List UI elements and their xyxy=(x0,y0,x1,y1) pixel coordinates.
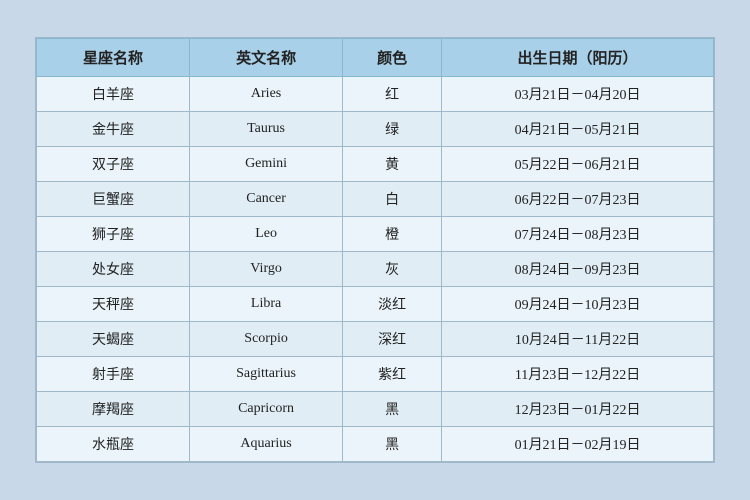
cell-color: 紫红 xyxy=(343,357,442,392)
cell-en-name: Libra xyxy=(190,287,343,322)
cell-dates: 12月23日－01月22日 xyxy=(442,392,714,427)
cell-color: 橙 xyxy=(343,217,442,252)
cell-zh-name: 摩羯座 xyxy=(37,392,190,427)
table-row: 天秤座Libra淡红09月24日－10月23日 xyxy=(37,287,714,322)
cell-zh-name: 白羊座 xyxy=(37,77,190,112)
table-row: 摩羯座Capricorn黑12月23日－01月22日 xyxy=(37,392,714,427)
cell-dates: 10月24日－11月22日 xyxy=(442,322,714,357)
cell-dates: 06月22日－07月23日 xyxy=(442,182,714,217)
table-row: 双子座Gemini黄05月22日－06月21日 xyxy=(37,147,714,182)
cell-dates: 08月24日－09月23日 xyxy=(442,252,714,287)
cell-en-name: Aries xyxy=(190,77,343,112)
cell-dates: 05月22日－06月21日 xyxy=(442,147,714,182)
cell-color: 黄 xyxy=(343,147,442,182)
cell-zh-name: 处女座 xyxy=(37,252,190,287)
cell-dates: 03月21日－04月20日 xyxy=(442,77,714,112)
cell-dates: 01月21日－02月19日 xyxy=(442,427,714,462)
cell-dates: 11月23日－12月22日 xyxy=(442,357,714,392)
table-row: 水瓶座Aquarius黑01月21日－02月19日 xyxy=(37,427,714,462)
table-row: 处女座Virgo灰08月24日－09月23日 xyxy=(37,252,714,287)
cell-zh-name: 射手座 xyxy=(37,357,190,392)
table-row: 狮子座Leo橙07月24日－08月23日 xyxy=(37,217,714,252)
table-body: 白羊座Aries红03月21日－04月20日金牛座Taurus绿04月21日－0… xyxy=(37,77,714,462)
cell-zh-name: 巨蟹座 xyxy=(37,182,190,217)
cell-en-name: Capricorn xyxy=(190,392,343,427)
table-row: 天蝎座Scorpio深红10月24日－11月22日 xyxy=(37,322,714,357)
zodiac-table-container: 星座名称 英文名称 颜色 出生日期（阳历） 白羊座Aries红03月21日－04… xyxy=(35,37,715,463)
header-zh-name: 星座名称 xyxy=(37,39,190,77)
cell-dates: 07月24日－08月23日 xyxy=(442,217,714,252)
header-dates: 出生日期（阳历） xyxy=(442,39,714,77)
table-header-row: 星座名称 英文名称 颜色 出生日期（阳历） xyxy=(37,39,714,77)
header-en-name: 英文名称 xyxy=(190,39,343,77)
cell-color: 白 xyxy=(343,182,442,217)
cell-en-name: Scorpio xyxy=(190,322,343,357)
cell-color: 黑 xyxy=(343,392,442,427)
table-row: 白羊座Aries红03月21日－04月20日 xyxy=(37,77,714,112)
cell-color: 灰 xyxy=(343,252,442,287)
cell-en-name: Gemini xyxy=(190,147,343,182)
cell-zh-name: 金牛座 xyxy=(37,112,190,147)
cell-zh-name: 双子座 xyxy=(37,147,190,182)
cell-zh-name: 天秤座 xyxy=(37,287,190,322)
cell-color: 红 xyxy=(343,77,442,112)
cell-zh-name: 天蝎座 xyxy=(37,322,190,357)
cell-en-name: Cancer xyxy=(190,182,343,217)
cell-en-name: Virgo xyxy=(190,252,343,287)
header-color: 颜色 xyxy=(343,39,442,77)
table-row: 射手座Sagittarius紫红11月23日－12月22日 xyxy=(37,357,714,392)
cell-zh-name: 水瓶座 xyxy=(37,427,190,462)
cell-en-name: Taurus xyxy=(190,112,343,147)
cell-dates: 04月21日－05月21日 xyxy=(442,112,714,147)
cell-color: 深红 xyxy=(343,322,442,357)
table-row: 巨蟹座Cancer白06月22日－07月23日 xyxy=(37,182,714,217)
cell-en-name: Leo xyxy=(190,217,343,252)
zodiac-table: 星座名称 英文名称 颜色 出生日期（阳历） 白羊座Aries红03月21日－04… xyxy=(36,38,714,462)
cell-color: 黑 xyxy=(343,427,442,462)
cell-en-name: Aquarius xyxy=(190,427,343,462)
cell-color: 淡红 xyxy=(343,287,442,322)
cell-color: 绿 xyxy=(343,112,442,147)
cell-dates: 09月24日－10月23日 xyxy=(442,287,714,322)
cell-zh-name: 狮子座 xyxy=(37,217,190,252)
cell-en-name: Sagittarius xyxy=(190,357,343,392)
table-row: 金牛座Taurus绿04月21日－05月21日 xyxy=(37,112,714,147)
